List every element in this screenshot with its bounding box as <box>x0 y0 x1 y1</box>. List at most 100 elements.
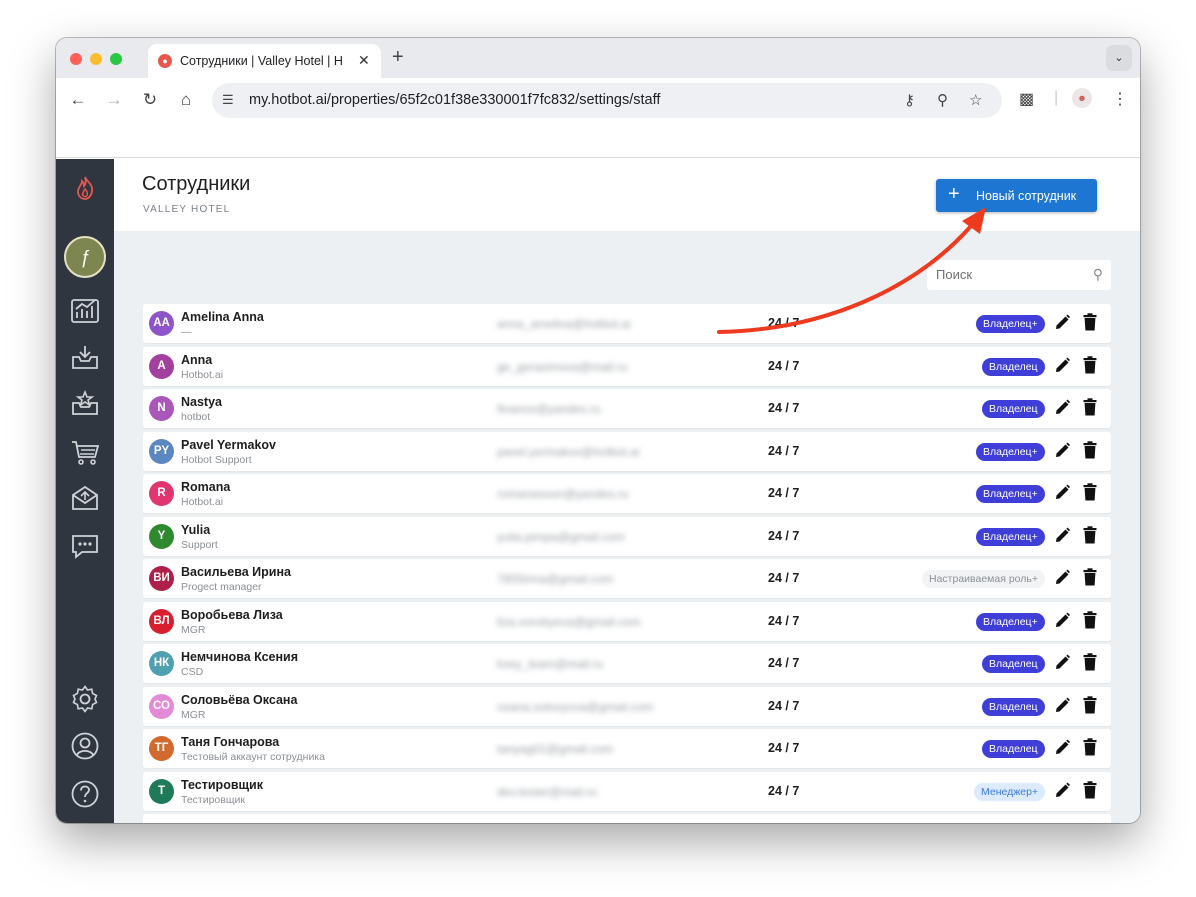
role-badge[interactable]: Настраиваемая роль+ <box>922 570 1046 588</box>
search-input[interactable] <box>936 267 1076 282</box>
staff-name[interactable]: Romana <box>181 480 230 494</box>
edit-icon[interactable] <box>1053 738 1071 758</box>
delete-icon[interactable] <box>1083 780 1099 801</box>
browser-menu-icon[interactable]: ⋮ <box>1112 89 1128 109</box>
edit-icon[interactable] <box>1053 313 1071 333</box>
staff-name[interactable]: Таня Гончарова <box>181 735 279 749</box>
browser-tab[interactable]: ● Сотрудники | Valley Hotel | H ✕ <box>148 44 381 78</box>
staff-row[interactable]: ВЛ Воробьева Лиза MGR liza.vorobyeva@gma… <box>143 601 1111 641</box>
site-settings-icon[interactable]: ☰ <box>222 92 234 108</box>
delete-icon[interactable] <box>1083 525 1099 546</box>
staff-row[interactable]: Т Тестировщик Тестировщик dev.tester@mai… <box>143 771 1111 811</box>
role-badge[interactable]: Владелец <box>982 655 1045 673</box>
staff-name[interactable]: Yulia <box>181 523 210 537</box>
staff-organization: Support <box>181 538 218 551</box>
profile-icon[interactable] <box>69 731 101 763</box>
staff-row[interactable]: СО Соловьёва Оксана MGR oxana.solovyova@… <box>143 686 1111 726</box>
staff-name[interactable]: Anna <box>181 353 212 367</box>
edit-icon[interactable] <box>1053 483 1071 503</box>
address-bar[interactable]: ☰ my.hotbot.ai/properties/65f2c01f38e330… <box>212 83 1002 118</box>
role-badge[interactable]: Владелец <box>982 697 1045 716</box>
delete-icon[interactable] <box>1083 483 1099 503</box>
staff-schedule: 24 / 7 <box>768 486 800 500</box>
staff-name[interactable]: Nastya <box>181 395 222 409</box>
help-icon[interactable] <box>69 779 101 811</box>
tab-search-icon[interactable]: ⌄ <box>1106 45 1132 71</box>
new-staff-button[interactable]: + Новый сотрудник <box>936 179 1097 212</box>
staff-row[interactable]: AA Amelina Anna — anna_amelina@hotbot.ai… <box>143 304 1111 343</box>
minimize-window-button[interactable] <box>90 53 102 65</box>
staff-row[interactable]: N Nastya hotbot finance@yandex.ru 24 / 7… <box>143 389 1111 428</box>
staff-row[interactable]: ВИ Васильева Ирина Progect manager 7855i… <box>143 559 1111 598</box>
forward-icon[interactable]: → <box>103 90 125 110</box>
bookmark-star-icon[interactable]: ☆ <box>969 91 982 109</box>
role-badge[interactable]: Владелец <box>982 740 1045 758</box>
delete-icon[interactable] <box>1083 738 1099 758</box>
zoom-icon[interactable]: ⚲ <box>937 91 948 109</box>
delete-icon[interactable] <box>1083 610 1099 631</box>
role-badge[interactable]: Владелец <box>982 357 1045 376</box>
edit-icon[interactable] <box>1053 696 1071 716</box>
delete-icon[interactable] <box>1083 653 1099 673</box>
flame-logo-icon[interactable] <box>69 175 101 207</box>
staff-email: dev.tester@mail.ru <box>497 784 597 799</box>
staff-name[interactable]: Воробьева Лиза <box>181 608 283 622</box>
edit-icon[interactable] <box>1053 441 1071 461</box>
staff-email: romanasoun@yandex.ru <box>497 487 629 501</box>
extensions-icon[interactable]: ▩ <box>1019 89 1034 109</box>
edit-icon[interactable] <box>1053 356 1071 376</box>
mail-icon[interactable] <box>69 484 101 516</box>
role-badge[interactable]: Менеджер+ <box>974 782 1046 801</box>
delete-icon[interactable] <box>1083 355 1099 376</box>
staff-row[interactable]: ТГ Таня Гончарова Тестовый аккаунт сотру… <box>143 729 1111 768</box>
role-badge[interactable]: Владелец <box>982 400 1045 418</box>
role-badge[interactable]: Владелец+ <box>976 315 1045 333</box>
reload-icon[interactable]: ↻ <box>139 90 161 110</box>
edit-icon[interactable] <box>1053 611 1071 631</box>
edit-icon[interactable] <box>1053 653 1071 673</box>
delete-icon[interactable] <box>1083 398 1099 418</box>
settings-icon[interactable] <box>69 684 101 716</box>
role-badge[interactable]: Владелец+ <box>976 527 1045 546</box>
staff-name[interactable]: Васильева Ирина <box>181 565 291 579</box>
role-badge[interactable]: Владелец+ <box>976 485 1045 503</box>
delete-icon[interactable] <box>1083 440 1099 461</box>
edit-icon[interactable] <box>1053 781 1071 801</box>
staff-name[interactable]: Соловьёва Оксана <box>181 693 297 707</box>
inbox-icon[interactable] <box>69 343 101 375</box>
role-badge[interactable]: Владелец+ <box>976 442 1045 461</box>
back-icon[interactable]: ← <box>67 90 89 110</box>
delete-icon[interactable] <box>1083 695 1099 716</box>
staff-name[interactable]: Немчинова Ксения <box>181 650 298 664</box>
staff-row[interactable]: A Anna Hotbot.ai ge_gerasimova@mail.ru 2… <box>143 346 1111 386</box>
profile-avatar-icon[interactable]: ☻ <box>1072 88 1092 108</box>
close-tab-icon[interactable]: ✕ <box>358 52 370 69</box>
reviews-icon[interactable] <box>69 389 101 421</box>
staff-row[interactable]: PY Pavel Yermakov Hotbot Support pavel.y… <box>143 431 1111 471</box>
property-avatar[interactable]: ƒ <box>64 236 106 278</box>
staff-name[interactable]: Pavel Yermakov <box>181 438 276 452</box>
search-box[interactable]: ⚲ <box>927 260 1111 290</box>
delete-icon[interactable] <box>1083 313 1099 333</box>
staff-name[interactable]: Amelina Anna <box>181 310 264 324</box>
staff-name[interactable]: Тестировщик <box>181 778 263 792</box>
content-top-band <box>56 124 1140 158</box>
home-icon[interactable]: ⌂ <box>175 90 197 110</box>
analytics-icon[interactable] <box>69 296 101 328</box>
role-badge[interactable]: Владелец+ <box>976 612 1045 631</box>
edit-icon[interactable] <box>1053 398 1071 418</box>
staff-row[interactable]: НК Немчинова Ксения CSD ksey_team@mail.r… <box>143 644 1111 683</box>
maximize-window-button[interactable] <box>110 53 122 65</box>
edit-icon[interactable] <box>1053 568 1071 588</box>
delete-icon[interactable] <box>1083 568 1099 588</box>
staff-row[interactable]: R Romana Hotbot.ai romanasoun@yandex.ru … <box>143 474 1111 513</box>
cart-icon[interactable] <box>69 438 101 470</box>
staff-row[interactable]: Y Yulia Support yulia.pimpa@gmail.com 24… <box>143 516 1111 556</box>
chat-icon[interactable] <box>69 532 101 564</box>
new-tab-icon[interactable]: + <box>392 46 404 69</box>
edit-icon[interactable] <box>1053 526 1071 546</box>
search-icon[interactable]: ⚲ <box>1093 266 1103 283</box>
close-window-button[interactable] <box>70 53 82 65</box>
staff-email: ksey_team@mail.ru <box>497 657 604 671</box>
key-icon[interactable]: ⚷ <box>904 91 915 109</box>
